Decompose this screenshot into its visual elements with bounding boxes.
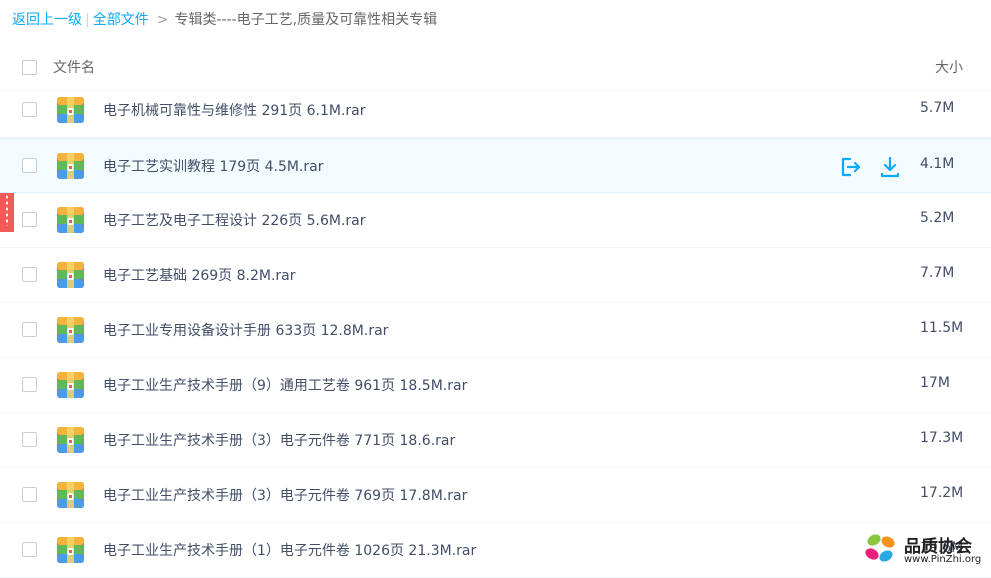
file-name[interactable]: 电子工艺基础 269页 8.2M.rar (103, 265, 296, 285)
file-checkbox[interactable] (22, 377, 37, 392)
file-size: 17.2M (920, 485, 964, 501)
rar-archive-icon (57, 97, 84, 123)
file-checkbox[interactable] (22, 432, 37, 447)
file-size: 17M (920, 375, 950, 391)
watermark: 品质协会 www.PinZhi.org (864, 532, 991, 570)
file-size: 5.2M (920, 210, 955, 226)
current-folder: 专辑类----电子工艺,质量及可靠性相关专辑 (174, 12, 438, 28)
rar-archive-icon (57, 262, 84, 288)
file-row[interactable]: 电子工艺基础 269页 8.2M.rar 7.7M (0, 248, 991, 303)
rar-archive-icon (57, 482, 84, 508)
download-icon[interactable] (878, 155, 902, 179)
file-name[interactable]: 电子工业生产技术手册（1）电子元件卷 1026页 21.3M.rar (103, 540, 476, 560)
size-column-header[interactable]: 大小 (935, 57, 963, 77)
file-size: 11.5M (920, 320, 964, 336)
all-files-link[interactable]: 全部文件 (93, 12, 149, 28)
watermark-url: www.PinZhi.org (904, 554, 982, 565)
rar-archive-icon (57, 537, 84, 563)
file-checkbox[interactable] (22, 267, 37, 282)
rar-archive-icon (57, 317, 84, 343)
file-checkbox[interactable] (22, 322, 37, 337)
file-name[interactable]: 电子工业生产技术手册（3）电子元件卷 769页 17.8M.rar (103, 485, 467, 505)
file-name[interactable]: 电子工艺及电子工程设计 226页 5.6M.rar (103, 210, 366, 230)
file-size: 5.7M (920, 100, 955, 116)
file-row[interactable]: 电子工业生产技术手册（9）通用工艺卷 961页 18.5M.rar 17M (0, 358, 991, 413)
watermark-logo-icon (865, 534, 895, 562)
file-size: 4.1M (920, 156, 955, 172)
file-checkbox[interactable] (22, 212, 37, 227)
rar-archive-icon (57, 153, 84, 179)
file-list: 电子机械可靠性与维修性 291页 6.1M.rar 5.7M 电子工艺实训教程 … (0, 83, 991, 578)
name-column-header[interactable]: 文件名 (53, 57, 95, 77)
file-size: 7.7M (920, 265, 955, 281)
file-row[interactable]: 电子机械可靠性与维修性 291页 6.1M.rar 5.7M (0, 83, 991, 138)
rar-archive-icon (57, 207, 84, 233)
file-row[interactable]: 电子工艺实训教程 179页 4.5M.rar 4.1M (0, 138, 991, 193)
breadcrumb-arrow: > (156, 12, 169, 28)
breadcrumb-separator: | (85, 12, 90, 28)
file-name[interactable]: 电子工业生产技术手册（3）电子元件卷 771页 18.6.rar (103, 430, 455, 450)
file-name[interactable]: 电子工业生产技术手册（9）通用工艺卷 961页 18.5M.rar (103, 375, 467, 395)
rar-archive-icon (57, 372, 84, 398)
file-checkbox[interactable] (22, 102, 37, 117)
breadcrumb: 返回上一级 | 全部文件 > 专辑类----电子工艺,质量及可靠性相关专辑 (12, 10, 437, 30)
file-row[interactable]: 电子工业专用设备设计手册 633页 12.8M.rar 11.5M (0, 303, 991, 358)
select-all-checkbox[interactable] (22, 60, 37, 75)
file-checkbox[interactable] (22, 158, 37, 173)
back-link[interactable]: 返回上一级 (12, 12, 82, 28)
file-name[interactable]: 电子机械可靠性与维修性 291页 6.1M.rar (103, 100, 366, 120)
share-icon[interactable] (838, 155, 862, 179)
file-checkbox[interactable] (22, 487, 37, 502)
file-name[interactable]: 电子工业专用设备设计手册 633页 12.8M.rar (103, 320, 388, 340)
file-name[interactable]: 电子工艺实训教程 179页 4.5M.rar (103, 156, 324, 176)
file-row[interactable]: 电子工业生产技术手册（3）电子元件卷 769页 17.8M.rar 17.2M (0, 468, 991, 523)
file-row[interactable]: 电子工业生产技术手册（3）电子元件卷 771页 18.6.rar 17.3M (0, 413, 991, 468)
file-size: 17.3M (920, 430, 964, 446)
file-checkbox[interactable] (22, 542, 37, 557)
file-row[interactable]: 电子工艺及电子工程设计 226页 5.6M.rar 5.2M (0, 193, 991, 248)
rar-archive-icon (57, 427, 84, 453)
